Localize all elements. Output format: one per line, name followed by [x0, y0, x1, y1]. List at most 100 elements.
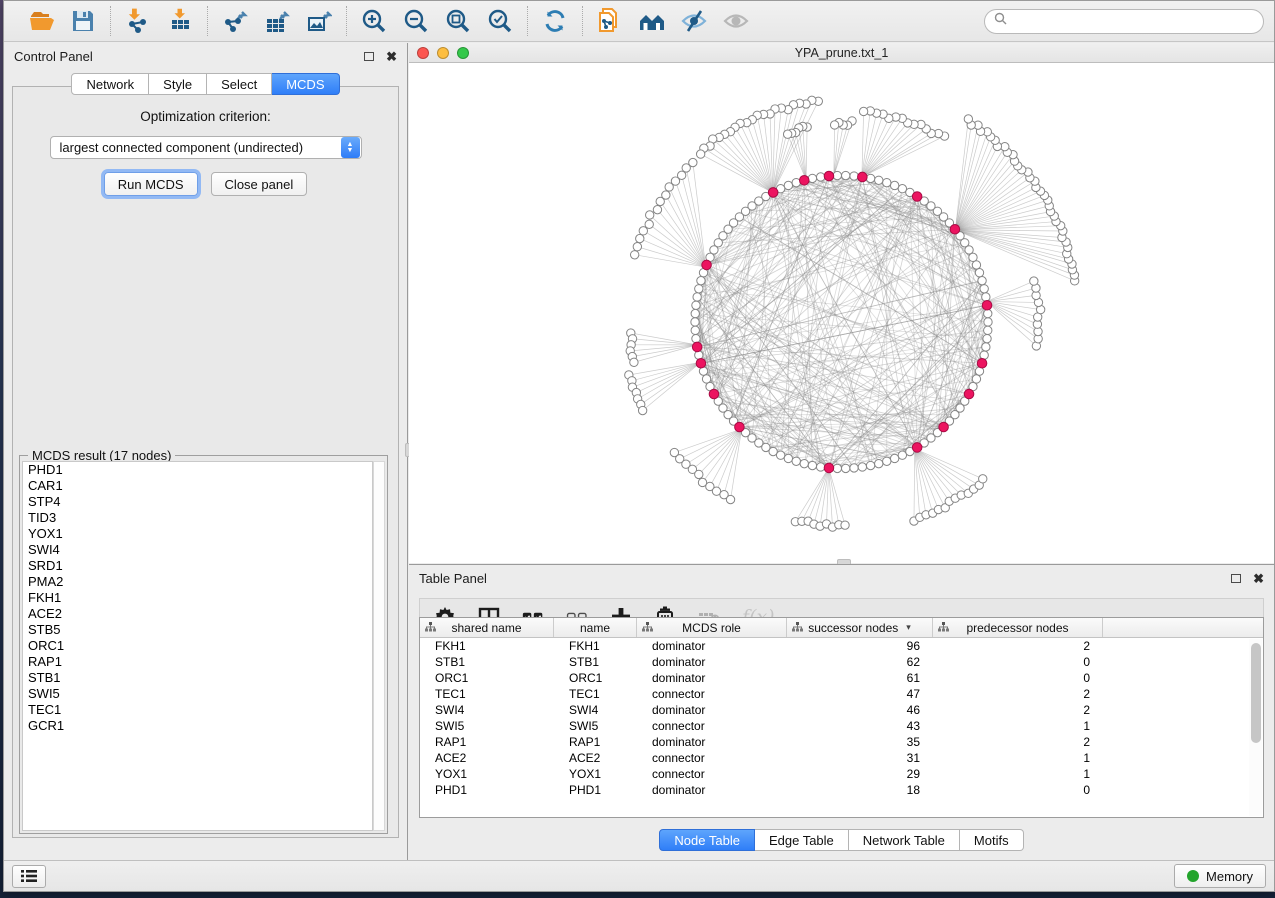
network-node[interactable] [656, 197, 664, 205]
export-image-icon[interactable] [305, 7, 333, 35]
network-node[interactable] [816, 173, 824, 181]
network-node[interactable] [783, 130, 791, 138]
mcds-result-item[interactable]: SWI5 [23, 686, 372, 702]
panel-list-button[interactable] [12, 865, 46, 888]
table-cell[interactable]: 2 [933, 735, 1103, 749]
network-node[interactable] [898, 185, 906, 193]
table-row[interactable]: RAP1RAP1dominator352 [420, 734, 1263, 750]
import-network-icon[interactable] [124, 7, 152, 35]
mcds-result-list[interactable]: PHD1CAR1STP4TID3YOX1SWI4SRD1PMA2FKH1ACE2… [22, 461, 373, 831]
table-cell[interactable]: PHD1 [420, 783, 554, 797]
zoom-in-icon[interactable] [360, 7, 388, 35]
network-node[interactable] [972, 261, 980, 269]
table-cell[interactable]: 2 [933, 703, 1103, 717]
table-row[interactable]: TEC1TEC1connector472 [420, 686, 1263, 702]
mcds-result-item[interactable]: ORC1 [23, 638, 372, 654]
mcds-node[interactable] [824, 463, 834, 473]
mcds-node[interactable] [950, 224, 960, 234]
mcds-result-item[interactable]: STB1 [23, 670, 372, 686]
table-cell[interactable]: SWI5 [554, 719, 637, 733]
table-cell[interactable]: dominator [637, 671, 787, 685]
table-cell[interactable]: dominator [637, 783, 787, 797]
network-node[interactable] [984, 309, 992, 317]
mcds-node[interactable] [824, 171, 834, 181]
network-node[interactable] [830, 121, 838, 129]
network-node[interactable] [695, 285, 703, 293]
network-node[interactable] [697, 277, 705, 285]
table-cell[interactable]: PHD1 [554, 783, 637, 797]
table-cell[interactable]: 61 [787, 671, 933, 685]
table-cell[interactable]: 43 [787, 719, 933, 733]
float-table-panel-icon[interactable] [1231, 574, 1241, 583]
network-node[interactable] [691, 318, 699, 326]
table-cell[interactable]: 1 [933, 719, 1103, 733]
mcds-list-scrollbar[interactable] [373, 461, 385, 831]
table-cell[interactable]: 62 [787, 655, 933, 669]
mcds-node[interactable] [982, 300, 992, 310]
network-node[interactable] [890, 181, 898, 189]
tab-mcds[interactable]: MCDS [272, 73, 339, 95]
network-node[interactable] [841, 464, 849, 472]
table-cell[interactable]: TEC1 [554, 687, 637, 701]
network-node[interactable] [972, 375, 980, 383]
tab-node-table[interactable]: Node Table [659, 829, 755, 851]
import-table-icon[interactable] [166, 7, 194, 35]
table-cell[interactable]: 46 [787, 703, 933, 717]
network-node[interactable] [726, 495, 734, 503]
table-cell[interactable]: RAP1 [420, 735, 554, 749]
network-node[interactable] [982, 293, 990, 301]
memory-button[interactable]: Memory [1174, 864, 1266, 888]
tab-style[interactable]: Style [149, 73, 207, 95]
tab-motifs[interactable]: Motifs [960, 829, 1024, 851]
table-cell[interactable]: connector [637, 687, 787, 701]
tab-select[interactable]: Select [207, 73, 272, 95]
table-cell[interactable]: 35 [787, 735, 933, 749]
network-node[interactable] [633, 243, 641, 251]
mcds-result-item[interactable]: GCR1 [23, 718, 372, 734]
network-node[interactable] [808, 461, 816, 469]
zoom-fit-icon[interactable] [444, 7, 472, 35]
table-cell[interactable]: connector [637, 767, 787, 781]
network-node[interactable] [692, 301, 700, 309]
mcds-result-item[interactable]: FKH1 [23, 590, 372, 606]
network-node[interactable] [646, 211, 654, 219]
mcds-node[interactable] [977, 358, 987, 368]
mcds-node[interactable] [696, 358, 706, 368]
table-cell[interactable]: 0 [933, 655, 1103, 669]
table-cell[interactable]: dominator [637, 655, 787, 669]
table-cell[interactable]: SWI4 [420, 703, 554, 717]
table-scrollbar[interactable] [1249, 639, 1262, 816]
close-panel-button[interactable]: Close panel [211, 172, 308, 196]
criterion-dropdown[interactable]: largest connected component (undirected)… [50, 136, 362, 159]
network-node[interactable] [636, 234, 644, 242]
mcds-result-item[interactable]: STP4 [23, 494, 372, 510]
network-node[interactable] [792, 457, 800, 465]
network-node[interactable] [682, 164, 690, 172]
table-cell[interactable]: connector [637, 719, 787, 733]
network-node[interactable] [653, 206, 661, 214]
network-node[interactable] [776, 451, 784, 459]
table-cell[interactable]: RAP1 [554, 735, 637, 749]
column-header-name[interactable]: name [554, 618, 637, 637]
table-row[interactable]: SWI5SWI5connector431 [420, 718, 1263, 734]
export-network-icon[interactable] [221, 7, 249, 35]
network-node[interactable] [638, 406, 646, 414]
mcds-result-item[interactable]: TID3 [23, 510, 372, 526]
table-row[interactable]: STB1STB1dominator620 [420, 654, 1263, 670]
mcds-node[interactable] [735, 422, 745, 432]
mcds-result-item[interactable]: TEC1 [23, 702, 372, 718]
network-node[interactable] [816, 463, 824, 471]
network-node[interactable] [866, 461, 874, 469]
column-header-predecessor-nodes[interactable]: predecessor nodes [933, 618, 1103, 637]
run-mcds-button[interactable]: Run MCDS [104, 172, 198, 196]
close-panel-icon[interactable]: ✖ [386, 50, 397, 63]
network-node[interactable] [693, 293, 701, 301]
mcds-result-item[interactable]: ACE2 [23, 606, 372, 622]
network-node[interactable] [784, 181, 792, 189]
table-cell[interactable]: 1 [933, 767, 1103, 781]
table-cell[interactable]: 2 [933, 687, 1103, 701]
hide-selected-icon[interactable] [680, 7, 708, 35]
mcds-node[interactable] [912, 443, 922, 453]
table-cell[interactable]: dominator [637, 703, 787, 717]
network-node[interactable] [975, 269, 983, 277]
